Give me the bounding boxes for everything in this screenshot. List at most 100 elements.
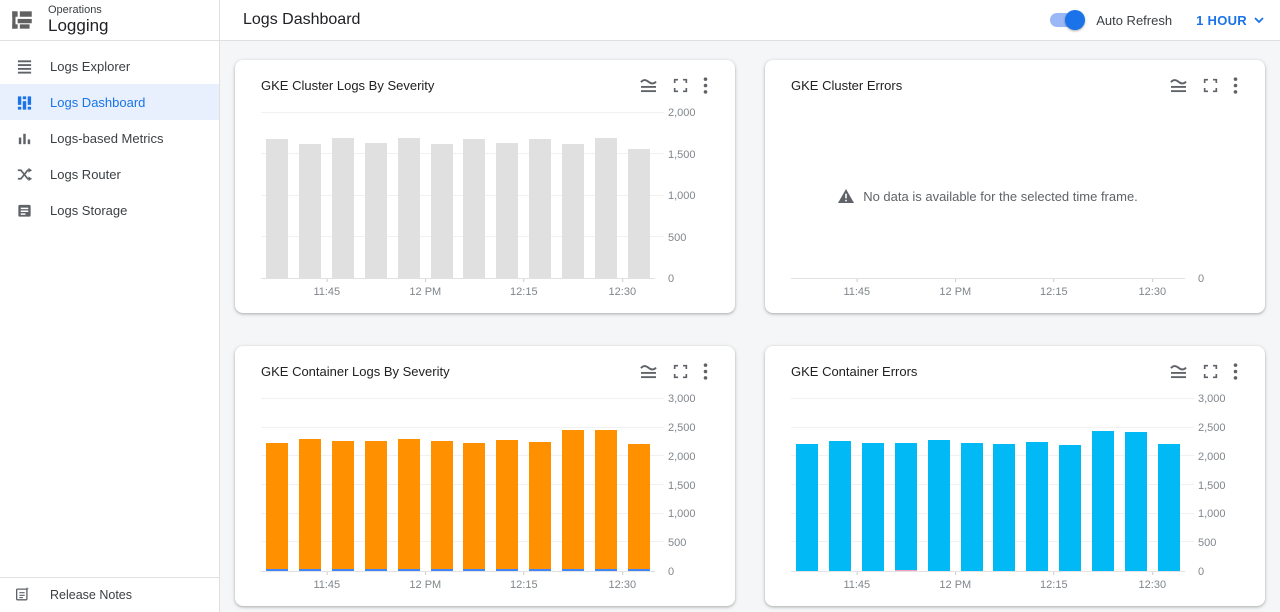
sidebar-item-logs-based-metrics[interactable]: Logs-based Metrics (0, 120, 219, 156)
metrics-explorer-icon[interactable] (1166, 75, 1191, 96)
bar[interactable] (398, 439, 420, 571)
x-axis-label: 12 PM (939, 572, 971, 591)
bar-segment-info (398, 439, 420, 569)
fullscreen-icon[interactable] (1200, 75, 1221, 96)
bar[interactable] (1125, 432, 1147, 571)
bar[interactable] (332, 138, 354, 278)
main-area: Logs Dashboard Auto Refresh 1 HOUR GKE C… (220, 0, 1280, 612)
no-data-text: No data is available for the selected ti… (863, 189, 1138, 204)
bar-segment-error (928, 440, 950, 571)
bar[interactable] (1026, 442, 1048, 571)
bar-segment-error (829, 441, 851, 571)
x-axis-label: 12:30 (1139, 279, 1167, 298)
bar-segment-info (299, 439, 321, 569)
bar[interactable] (529, 139, 551, 278)
time-range-selector[interactable]: 1 HOUR (1194, 9, 1266, 32)
bar[interactable] (496, 143, 518, 278)
bar[interactable] (928, 440, 950, 571)
bar[interactable] (496, 440, 518, 571)
bar[interactable] (332, 441, 354, 571)
sidebar-item-logs-router[interactable]: Logs Router (0, 156, 219, 192)
bar[interactable] (1059, 445, 1081, 571)
bar-segment-error (1059, 445, 1081, 571)
y-axis-label: 0 (1198, 273, 1204, 285)
x-axis-label: 12:30 (609, 572, 637, 591)
bar[interactable] (628, 149, 650, 278)
bar[interactable] (463, 139, 485, 278)
sidebar-item-logs-dashboard[interactable]: Logs Dashboard (0, 84, 219, 120)
bar-segment-error (1026, 442, 1048, 571)
fullscreen-icon[interactable] (670, 361, 691, 382)
bar[interactable] (862, 443, 884, 571)
bar-segment-error (796, 444, 818, 571)
x-axis-label: 12:30 (1139, 572, 1167, 591)
bar[interactable] (961, 443, 983, 571)
gridline (261, 398, 664, 399)
x-axis-label: 11:45 (843, 279, 870, 298)
bar[interactable] (365, 441, 387, 571)
sidebar-item-logs-storage[interactable]: Logs Storage (0, 192, 219, 228)
bar-segment-error (961, 443, 983, 571)
y-axis-label: 1,000 (1198, 508, 1226, 520)
bar[interactable] (562, 430, 584, 571)
metrics-explorer-icon[interactable] (636, 75, 661, 96)
sidebar-footer-label: Release Notes (50, 588, 132, 602)
bar-segment-error (266, 569, 288, 571)
y-axis-label: 1,000 (668, 508, 696, 520)
bar[interactable] (299, 144, 321, 278)
bar-segment-default (431, 144, 453, 278)
more-options-icon[interactable] (1230, 360, 1241, 383)
metrics-explorer-icon[interactable] (1166, 361, 1191, 382)
bar[interactable] (796, 444, 818, 571)
bar[interactable] (1092, 431, 1114, 571)
bar[interactable] (895, 443, 917, 571)
bar[interactable] (595, 138, 617, 278)
gridline (261, 427, 664, 428)
sidebar-item-release-notes[interactable]: Release Notes (0, 577, 219, 612)
metrics-explorer-icon[interactable] (636, 361, 661, 382)
x-axis: 11:4512 PM12:1512:30 (261, 279, 655, 305)
logs-based-metrics-icon (14, 128, 34, 148)
bar[interactable] (562, 144, 584, 278)
no-data-message: No data is available for the selected ti… (791, 113, 1185, 279)
card-actions (636, 74, 711, 97)
bar[interactable] (628, 444, 650, 571)
bar[interactable] (529, 442, 551, 571)
more-options-icon[interactable] (1230, 74, 1241, 97)
bar[interactable] (595, 430, 617, 571)
bar[interactable] (431, 441, 453, 571)
more-options-icon[interactable] (700, 74, 711, 97)
bar-segment-error (895, 443, 917, 569)
bar-segment-info (365, 441, 387, 568)
auto-refresh-toggle[interactable] (1050, 13, 1082, 27)
bar[interactable] (431, 144, 453, 278)
bar[interactable] (266, 139, 288, 278)
gridline (791, 427, 1194, 428)
logs-router-icon (14, 164, 34, 184)
bar[interactable] (266, 443, 288, 571)
bar-segment-default (595, 138, 617, 278)
y-axis-label: 500 (668, 232, 686, 244)
bar-segment-default (463, 139, 485, 278)
more-options-icon[interactable] (700, 360, 711, 383)
dashboard-grid: GKE Cluster Logs By Severity (220, 41, 1280, 612)
x-axis-label: 11:45 (313, 572, 340, 591)
bar[interactable] (463, 443, 485, 571)
fullscreen-icon[interactable] (670, 75, 691, 96)
plot-area (261, 399, 655, 572)
chart-title: GKE Container Logs By Severity (261, 364, 450, 379)
chart-title: GKE Cluster Errors (791, 78, 902, 93)
bar[interactable] (1158, 444, 1180, 571)
bar-segment-error (496, 569, 518, 571)
bar[interactable] (299, 439, 321, 571)
bar[interactable] (829, 441, 851, 571)
fullscreen-icon[interactable] (1200, 361, 1221, 382)
bar-segment-error (862, 443, 884, 571)
sidebar-item-logs-explorer[interactable]: Logs Explorer (0, 48, 219, 84)
plot-area (261, 113, 655, 279)
bar[interactable] (993, 444, 1015, 571)
chart-card-gke-cluster-errors: GKE Cluster Errors (765, 60, 1265, 313)
bar[interactable] (365, 143, 387, 278)
bar-chart-gke-container-logs: 05001,0001,5002,0002,5003,000 11:4512 PM… (261, 387, 711, 598)
bar[interactable] (398, 138, 420, 278)
